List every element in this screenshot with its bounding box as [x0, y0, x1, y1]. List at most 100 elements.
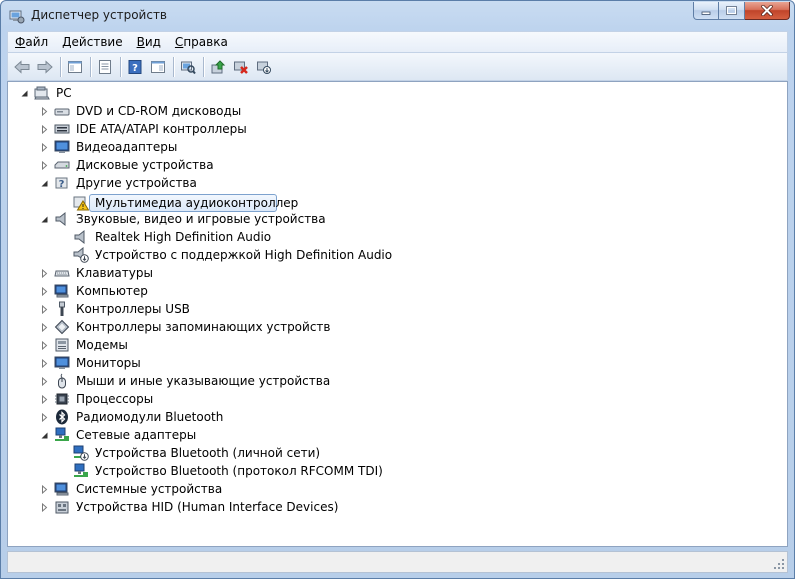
- tree-item-network[interactable]: Сетевые адаптеры: [40, 426, 198, 444]
- menu-action[interactable]: Действие: [55, 32, 129, 52]
- scan-hardware-icon: [181, 61, 196, 74]
- tree-item-hid[interactable]: Устройства HID (Human Interface Devices): [40, 498, 340, 516]
- expanded-arrow-icon[interactable]: [40, 431, 49, 440]
- collapsed-arrow-icon[interactable]: [40, 124, 49, 134]
- tree-item-label: Устройства HID (Human Interface Devices): [76, 500, 339, 514]
- collapsed-arrow-icon[interactable]: [40, 304, 49, 314]
- collapsed-arrow-icon[interactable]: [40, 484, 49, 494]
- back-button[interactable]: [11, 56, 33, 78]
- toolbar-separator: [203, 56, 204, 77]
- collapsed-arrow-icon[interactable]: [40, 160, 49, 170]
- tree-item-label: Процессоры: [76, 392, 154, 406]
- forward-icon: [37, 59, 53, 74]
- computer-icon: [34, 86, 50, 100]
- tree-item-label: Модемы: [76, 338, 128, 352]
- collapsed-arrow-icon[interactable]: [40, 142, 49, 152]
- tree-item-label: Сетевые адаптеры: [76, 428, 197, 442]
- speaker-disabled-icon: [73, 247, 89, 263]
- update-driver-icon: [211, 59, 226, 73]
- collapsed-arrow-icon[interactable]: [40, 106, 49, 116]
- expanded-arrow-icon[interactable]: [40, 215, 49, 224]
- toolbar-separator: [120, 56, 121, 77]
- collapsed-arrow-icon[interactable]: [40, 358, 49, 368]
- collapsed-arrow-icon[interactable]: [40, 322, 49, 332]
- speaker-icon: [55, 211, 66, 227]
- tree-item-keyboards[interactable]: Клавиатуры: [40, 264, 155, 282]
- tree-item-other[interactable]: ? Другие устройства: [40, 174, 199, 192]
- system-device-icon: [54, 482, 69, 496]
- menu-help[interactable]: Справка: [168, 32, 235, 52]
- forward-button[interactable]: [34, 56, 56, 78]
- collapsed-arrow-icon[interactable]: [40, 412, 49, 422]
- tree-item-system[interactable]: Системные устройства: [40, 480, 224, 498]
- minimize-icon: [701, 11, 711, 15]
- collapsed-arrow-icon[interactable]: [40, 502, 49, 512]
- menu-view[interactable]: Вид: [130, 32, 168, 52]
- maximize-button[interactable]: [719, 2, 745, 20]
- network-disabled-icon: [73, 445, 89, 461]
- network-adapter-icon: [55, 427, 69, 441]
- help-button[interactable]: ?: [124, 56, 146, 78]
- action-pane-button[interactable]: [147, 56, 169, 78]
- properties-button[interactable]: [94, 56, 116, 78]
- computer-icon: [54, 284, 69, 298]
- tree-item-modems[interactable]: Модемы: [40, 336, 130, 354]
- tree-child-realtek[interactable]: Realtek High Definition Audio: [73, 228, 273, 246]
- update-driver-button[interactable]: [207, 56, 229, 78]
- tree-item-ide[interactable]: IDE ATA/ATAPI контроллеры: [40, 120, 249, 138]
- disable-button[interactable]: [253, 56, 275, 78]
- tree-item-mice[interactable]: Мыши и иные указывающие устройства: [40, 372, 332, 390]
- collapsed-arrow-icon[interactable]: [40, 394, 49, 404]
- modem-icon: [55, 338, 69, 352]
- help-icon: ?: [128, 59, 142, 74]
- tree-child-hd-audio[interactable]: Устройство с поддержкой High Definition …: [73, 246, 394, 264]
- expanded-arrow-icon[interactable]: [20, 89, 29, 98]
- scan-hardware-button[interactable]: [177, 56, 199, 78]
- tree-item-label: Дисковые устройства: [76, 158, 214, 172]
- svg-text:?: ?: [132, 63, 138, 74]
- tree-item-storage[interactable]: Контроллеры запоминающих устройств: [40, 318, 332, 336]
- menu-action-label: ействие: [71, 35, 123, 49]
- status-bar: [7, 551, 788, 573]
- collapsed-arrow-icon[interactable]: [40, 376, 49, 386]
- tree-item-usb[interactable]: Контроллеры USB: [40, 300, 192, 318]
- collapsed-arrow-icon[interactable]: [40, 286, 49, 296]
- menu-view-label: ид: [144, 35, 161, 49]
- tree-item-label: Звуковые, видео и игровые устройства: [76, 212, 326, 226]
- tree-item-dvd[interactable]: DVD и CD-ROM дисководы: [40, 102, 243, 120]
- tree-root[interactable]: PC: [20, 84, 74, 102]
- tree-item-disk[interactable]: Дисковые устройства: [40, 156, 216, 174]
- tree-item-bluetooth[interactable]: Радиомодули Bluetooth: [40, 408, 225, 426]
- tree-item-label: Мыши и иные указывающие устройства: [76, 374, 331, 388]
- tree-item-label: Мультимедиа аудиоконтроллер: [95, 196, 299, 210]
- menu-action-accel: Д: [62, 35, 72, 49]
- tree-child-bt-pan[interactable]: Устройства Bluetooth (личной сети): [73, 444, 322, 462]
- tree-item-processors[interactable]: Процессоры: [40, 390, 155, 408]
- mouse-icon: [58, 373, 66, 389]
- monitor-icon: [54, 356, 70, 369]
- tree-item-label: Компьютер: [76, 284, 148, 298]
- resize-grip-icon[interactable]: [773, 558, 785, 570]
- toolbar-separator: [173, 56, 174, 77]
- device-manager-window: Диспетчер устройств Файл Действие Вид Сп…: [0, 0, 795, 579]
- minimize-button[interactable]: [693, 2, 719, 20]
- title-bar[interactable]: Диспетчер устройств: [1, 1, 794, 31]
- show-hide-tree-button[interactable]: [64, 56, 86, 78]
- menu-file-label: айл: [25, 35, 49, 49]
- collapsed-arrow-icon[interactable]: [40, 268, 49, 278]
- tree-item-sound[interactable]: Звуковые, видео и игровые устройства: [40, 210, 328, 228]
- tree-item-monitors[interactable]: Мониторы: [40, 354, 143, 372]
- tree-child-bt-rfcomm[interactable]: Устройство Bluetooth (протокол RFCOMM TD…: [73, 462, 385, 480]
- tree-root-label: PC: [56, 86, 72, 100]
- collapsed-arrow-icon[interactable]: [40, 340, 49, 350]
- display-adapter-icon: [54, 140, 70, 153]
- tree-item-label: Устройства Bluetooth (личной сети): [95, 446, 321, 460]
- device-tree-pane[interactable]: PC DVD и CD-ROM дисководы IDE ATA/ATAPI …: [7, 81, 788, 547]
- uninstall-button[interactable]: [230, 56, 252, 78]
- menu-file[interactable]: Файл: [8, 32, 55, 52]
- expanded-arrow-icon[interactable]: [40, 179, 49, 188]
- tree-item-computer[interactable]: Компьютер: [40, 282, 150, 300]
- menu-file-accel: Ф: [15, 35, 26, 49]
- close-button[interactable]: [745, 2, 790, 20]
- tree-item-display[interactable]: Видеоадаптеры: [40, 138, 179, 156]
